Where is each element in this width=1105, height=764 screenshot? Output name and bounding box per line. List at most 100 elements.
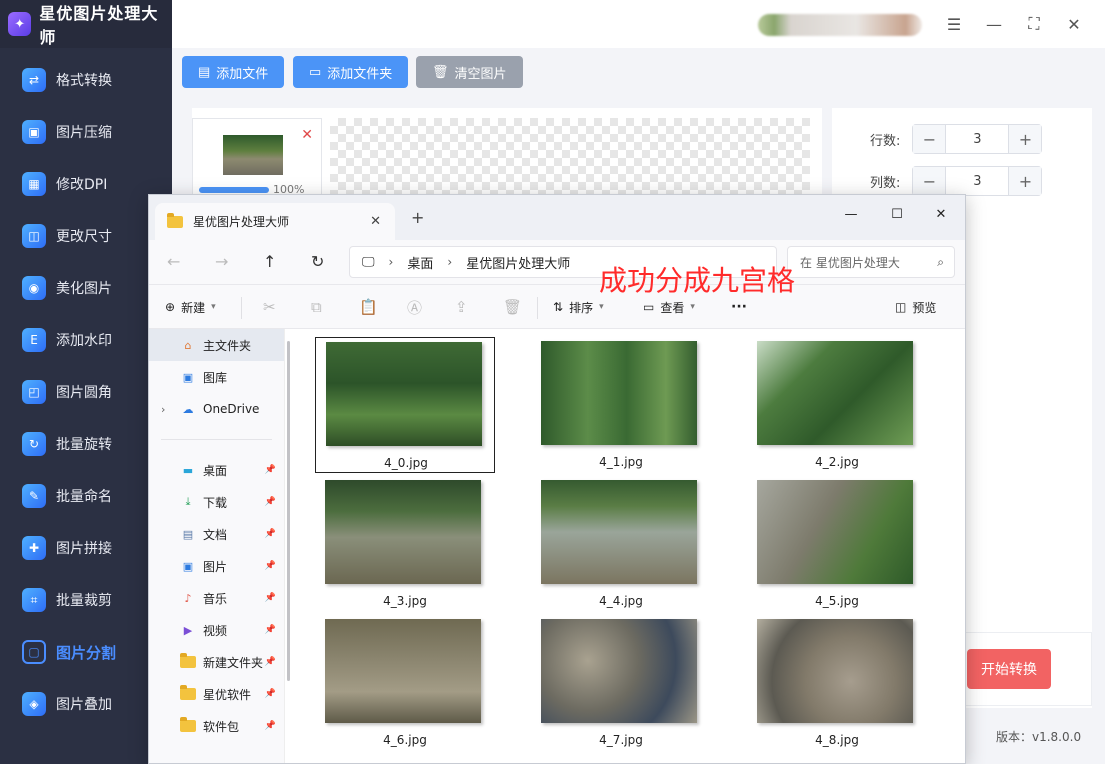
- nav-item-label: 添加水印: [56, 333, 112, 349]
- sidebar-item-home[interactable]: ⌂ 主文件夹: [149, 329, 284, 361]
- new-button[interactable]: ⊕ 新建 ▾: [165, 285, 216, 329]
- nav-item-label: 美化图片: [56, 281, 112, 297]
- sidebar-item-documents[interactable]: ▤ 文档 📌: [149, 518, 284, 550]
- file-item[interactable]: 4_2.jpg: [747, 337, 927, 473]
- search-input[interactable]: 在 星优图片处理大 ⌕: [787, 246, 955, 278]
- clear-images-button[interactable]: 🗑 清空图片: [416, 56, 523, 88]
- explorer-tab[interactable]: 星优图片处理大师 ✕: [155, 203, 395, 240]
- sidebar-item-videos[interactable]: ▶ 视频 📌: [149, 614, 284, 646]
- file-name: 4_6.jpg: [383, 733, 427, 747]
- file-item[interactable]: 4_4.jpg: [531, 476, 711, 612]
- command-bar: ⊕ 新建 ▾ ✂ ⧉ 📋 Ⓐ ⇪ 🗑 ⇅ 排序 ▾ ▭ 查看 ▾ ··· ◫ 预览: [149, 285, 965, 329]
- image-thumbnail: [223, 135, 283, 175]
- file-thumbnail: [541, 619, 697, 723]
- delete-icon[interactable]: 🗑: [503, 285, 522, 329]
- folder-icon: [180, 717, 196, 733]
- file-item[interactable]: 4_5.jpg: [747, 476, 927, 612]
- folder-icon: [180, 685, 196, 701]
- nav-item-round-corner[interactable]: ◰ 图片圆角: [0, 366, 172, 418]
- forward-arrow-icon[interactable]: →: [215, 252, 228, 271]
- cut-icon[interactable]: ✂: [263, 285, 276, 329]
- image-thumbnail-card[interactable]: ✕ 100%: [192, 118, 322, 198]
- maximize-icon[interactable]: ⛶: [1022, 12, 1046, 36]
- rows-input[interactable]: 3: [945, 125, 1010, 153]
- explorer-maximize-icon[interactable]: ☐: [883, 201, 911, 227]
- add-file-button[interactable]: ▤ 添加文件: [182, 56, 285, 88]
- sidebar-item-xingyou-software[interactable]: 星优软件 📌: [149, 678, 284, 710]
- sidebar-item-software-package[interactable]: 软件包 📌: [149, 710, 284, 742]
- sidebar-item-label: 下载: [203, 495, 228, 510]
- nav-item-dpi[interactable]: ▦ 修改DPI: [0, 158, 172, 210]
- nav-item-beautify[interactable]: ◉ 美化图片: [0, 262, 172, 314]
- file-item[interactable]: 4_7.jpg: [531, 615, 711, 751]
- nav-item-rotate[interactable]: ↻ 批量旋转: [0, 418, 172, 470]
- nav-item-stitch[interactable]: ✚ 图片拼接: [0, 522, 172, 574]
- image-list-panel: ✕ 100%: [192, 108, 822, 198]
- explorer-minimize-icon[interactable]: —: [837, 201, 865, 227]
- annotation-text: 成功分成九宫格: [599, 264, 796, 297]
- rows-increment-button[interactable]: +: [1009, 125, 1042, 153]
- sort-button[interactable]: ⇅ 排序 ▾: [553, 285, 604, 329]
- add-folder-button[interactable]: ▭ 添加文件夹: [293, 56, 409, 88]
- up-arrow-icon[interactable]: ↑: [263, 252, 276, 271]
- nav-item-compress[interactable]: ▣ 图片压缩: [0, 106, 172, 158]
- nav-item-label: 修改DPI: [56, 177, 108, 193]
- new-plus-icon: ⊕: [165, 300, 176, 314]
- pin-icon: 📌: [264, 625, 276, 635]
- download-icon: ⤓: [185, 495, 191, 508]
- trash-icon: 🗑: [432, 64, 449, 79]
- nav-item-format-convert[interactable]: ⇄ 格式转换: [0, 54, 172, 106]
- start-convert-button[interactable]: 开始转换: [967, 649, 1051, 689]
- sidebar-item-desktop[interactable]: ▬ 桌面 📌: [149, 454, 284, 486]
- sidebar-item-new-folder[interactable]: 新建文件夹 📌: [149, 646, 284, 678]
- nav-item-crop[interactable]: ⌗ 批量裁剪: [0, 574, 172, 626]
- breadcrumb-desktop[interactable]: 桌面: [407, 253, 433, 272]
- search-icon[interactable]: ⌕: [937, 255, 944, 270]
- nav-item-label: 图片压缩: [56, 125, 112, 141]
- nav-item-rename[interactable]: ✎ 批量命名: [0, 470, 172, 522]
- chevron-down-icon: ▾: [211, 302, 216, 312]
- sidebar-item-gallery[interactable]: ▣ 图库: [149, 361, 284, 393]
- paste-icon[interactable]: 📋: [359, 285, 378, 329]
- cols-input[interactable]: 3: [945, 167, 1010, 195]
- sidebar-item-downloads[interactable]: ⤓ 下载 📌: [149, 486, 284, 518]
- share-icon[interactable]: ⇪: [455, 285, 468, 329]
- sidebar-item-onedrive[interactable]: › ☁ OneDrive: [149, 393, 284, 425]
- sidebar-item-pictures[interactable]: ▣ 图片 📌: [149, 550, 284, 582]
- sidebar-scrollbar[interactable]: [287, 341, 290, 681]
- file-item[interactable]: 4_1.jpg: [531, 337, 711, 473]
- view-icon: ▭: [643, 300, 655, 314]
- pin-icon: 📌: [264, 593, 276, 603]
- cols-increment-button[interactable]: +: [1009, 167, 1042, 195]
- app-logo-icon: ✦: [8, 12, 32, 36]
- back-arrow-icon[interactable]: ←: [167, 252, 180, 271]
- breadcrumb-folder[interactable]: 星优图片处理大师: [466, 253, 570, 272]
- app-sidebar: ✦ 星优图片处理大师 ⇄ 格式转换 ▣ 图片压缩 ▦ 修改DPI ◫ 更改尺寸 ◉ 美化图…: [0, 0, 172, 764]
- onedrive-icon: ☁: [182, 402, 194, 416]
- file-item[interactable]: 4_3.jpg: [315, 476, 495, 612]
- explorer-close-icon[interactable]: ✕: [927, 201, 955, 227]
- new-tab-icon[interactable]: +: [411, 208, 424, 227]
- user-avatar[interactable]: [758, 14, 922, 36]
- rename-icon[interactable]: Ⓐ: [407, 285, 422, 329]
- close-icon[interactable]: ✕: [1062, 12, 1086, 36]
- file-item[interactable]: 4_6.jpg: [315, 615, 495, 751]
- sidebar-item-music[interactable]: ♪ 音乐 📌: [149, 582, 284, 614]
- preview-button[interactable]: ◫ 预览: [895, 285, 936, 329]
- copy-icon[interactable]: ⧉: [311, 285, 322, 329]
- nav-item-split[interactable]: ▢ 图片分割: [0, 626, 172, 678]
- cols-decrement-button[interactable]: −: [913, 167, 946, 195]
- refresh-icon[interactable]: ↻: [311, 252, 324, 271]
- settings-icon[interactable]: ☰: [942, 12, 966, 36]
- minimize-icon[interactable]: —: [982, 12, 1006, 36]
- rows-decrement-button[interactable]: −: [913, 125, 946, 153]
- remove-image-icon[interactable]: ✕: [301, 127, 313, 143]
- nav-item-overlay[interactable]: ◈ 图片叠加: [0, 678, 172, 730]
- file-item[interactable]: 4_8.jpg: [747, 615, 927, 751]
- file-item[interactable]: 4_0.jpg: [315, 337, 495, 473]
- tab-close-icon[interactable]: ✕: [370, 214, 381, 229]
- nav-item-watermark[interactable]: E 添加水印: [0, 314, 172, 366]
- chevron-right-icon[interactable]: ›: [161, 403, 165, 416]
- nav-item-label: 图片分割: [56, 643, 117, 662]
- nav-item-resize[interactable]: ◫ 更改尺寸: [0, 210, 172, 262]
